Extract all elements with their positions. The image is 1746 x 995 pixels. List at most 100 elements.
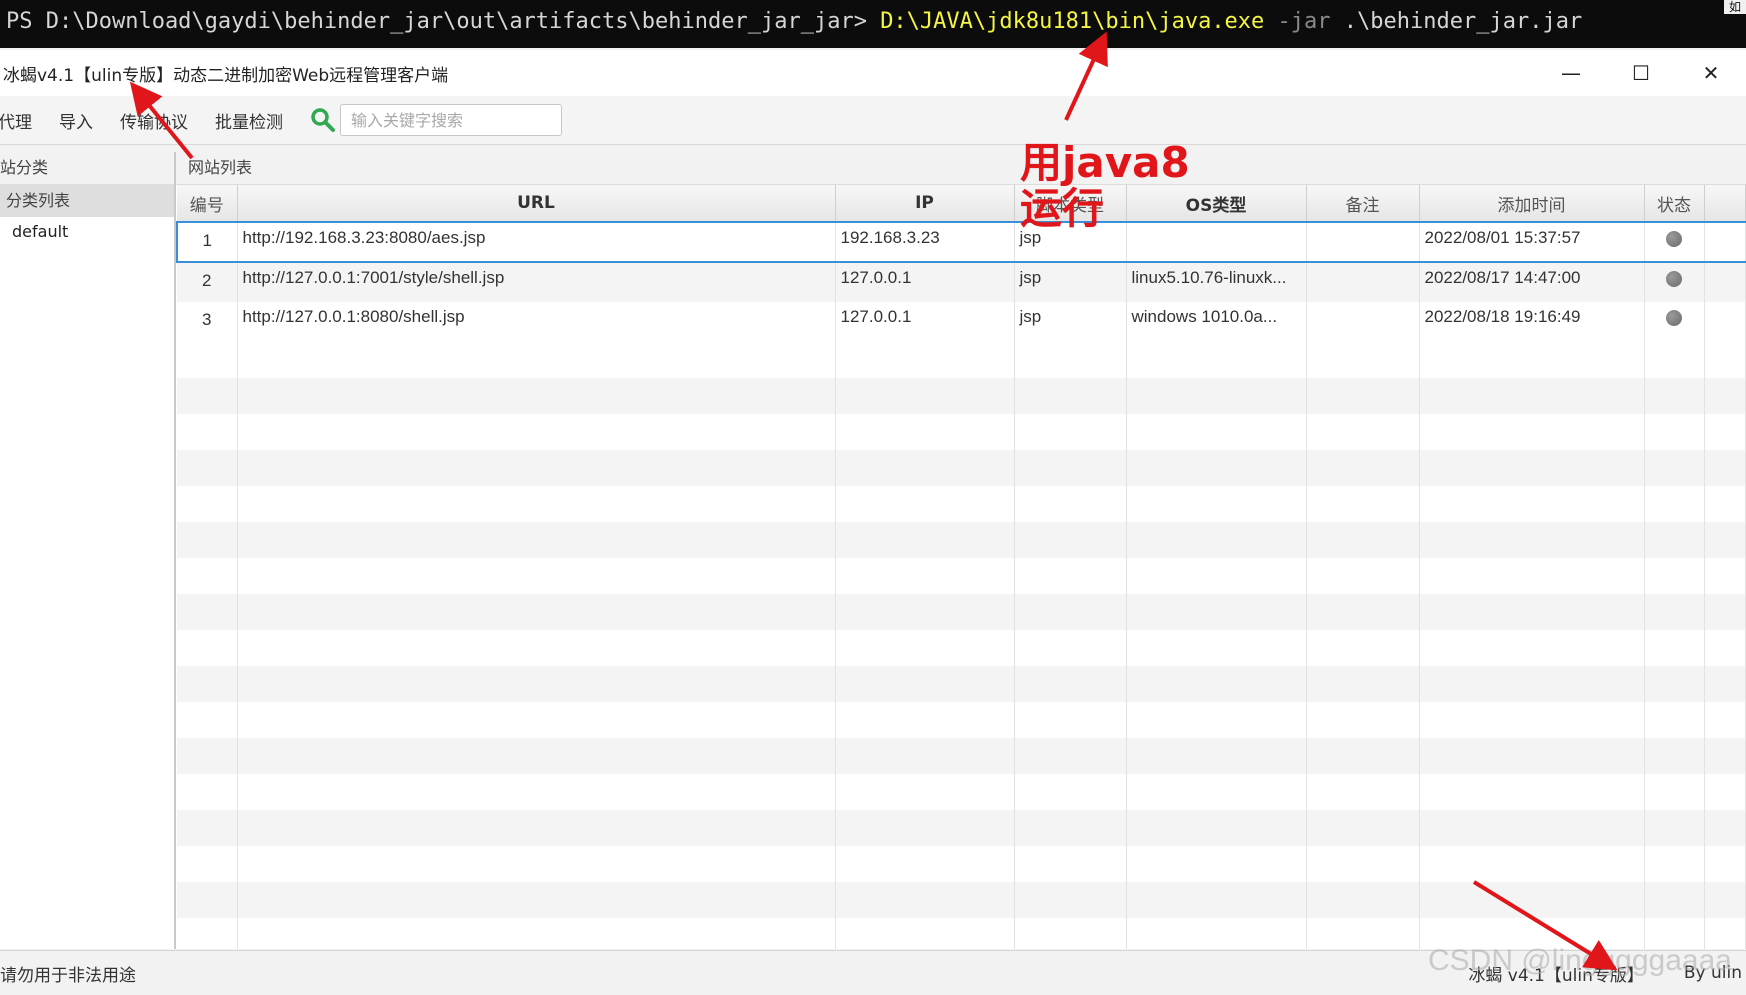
table-row-empty [177,702,1746,738]
minimize-icon[interactable]: — [1536,50,1606,96]
empty-cell [1644,594,1705,630]
category-tree-root[interactable]: 分类列表 [0,185,174,217]
empty-cell [1419,558,1645,594]
empty-cell [1704,342,1746,378]
category-item-default[interactable]: default [0,217,174,249]
window-title: 冰蝎v4.1【ulin专版】动态二进制加密Web远程管理客户端 [3,65,449,86]
empty-cell [835,486,1015,522]
table-row-empty [177,378,1746,414]
table-row-empty [177,918,1746,949]
empty-cell [1126,702,1307,738]
close-icon[interactable]: ✕ [1676,50,1746,96]
empty-cell [1704,702,1746,738]
empty-cell [1644,558,1705,594]
column-header-id[interactable]: 编号 [177,185,238,223]
maximize-icon[interactable]: ☐ [1606,50,1676,96]
empty-cell [177,378,238,414]
cell-ip: 127.0.0.1 [835,302,1015,342]
empty-cell [177,414,238,450]
empty-cell [1419,810,1645,846]
table-row-empty [177,342,1746,378]
empty-cell [1644,342,1705,378]
empty-cell [1419,702,1645,738]
empty-cell [237,630,836,666]
empty-cell [1704,846,1746,882]
menu-batch-check[interactable]: 批量检测 [215,108,283,133]
empty-cell [1014,882,1127,918]
empty-cell [1126,558,1307,594]
empty-cell [1704,558,1746,594]
empty-cell [1014,414,1127,450]
table-row[interactable]: 3 http://127.0.0.1:8080/shell.jsp 127.0.… [177,302,1746,342]
cell-extra [1704,302,1746,342]
table-row-empty [177,594,1746,630]
empty-cell [1126,738,1307,774]
cell-id: 3 [177,302,238,342]
cell-extra [1704,262,1746,302]
empty-cell [237,738,836,774]
empty-cell [1306,738,1420,774]
empty-cell [1419,630,1645,666]
empty-cell [835,594,1015,630]
menu-transport-protocol[interactable]: 传输协议 [120,108,188,133]
table-header-row: 编号 URL IP 脚本类型 OS类型 备注 添加时间 状态 [177,185,1746,223]
column-header-status[interactable]: 状态 [1644,185,1705,223]
table-row[interactable]: 1 http://192.168.3.23:8080/aes.jsp 192.1… [176,221,1746,263]
column-header-ip[interactable]: IP [835,185,1015,223]
empty-cell [835,558,1015,594]
empty-cell [1306,630,1420,666]
empty-cell [1704,738,1746,774]
empty-cell [1644,738,1705,774]
empty-cell [835,774,1015,810]
empty-cell [1419,918,1645,949]
empty-cell [237,702,836,738]
terminal-flag: -jar [1277,9,1331,34]
search-input[interactable] [340,104,562,136]
table-row-empty [177,810,1746,846]
table-row[interactable]: 2 http://127.0.0.1:7001/style/shell.jsp … [177,262,1746,302]
cell-added-time: 2022/08/01 15:37:57 [1419,221,1645,263]
empty-cell [1126,594,1307,630]
search-icon[interactable] [310,107,336,133]
menu-proxy[interactable]: 代理 [0,108,32,133]
annotation-text: 用java8运行 [1020,138,1190,233]
empty-cell [1306,594,1420,630]
empty-cell [1419,882,1645,918]
empty-cell [1419,486,1645,522]
status-author: By ulin [1683,963,1742,983]
terminal-jar-arg: .\behinder_jar.jar [1343,9,1583,34]
cell-note [1306,221,1420,263]
column-header-note[interactable]: 备注 [1306,185,1420,223]
empty-cell [1704,810,1746,846]
empty-cell [835,414,1015,450]
table-row-empty [177,846,1746,882]
empty-cell [1126,414,1307,450]
status-bar: 请勿用于非法用途 冰蝎 v4.1【ulin专版】 By ulin [0,950,1746,995]
empty-cell [177,594,238,630]
cell-added-time: 2022/08/18 19:16:49 [1419,302,1645,342]
column-header-url[interactable]: URL [237,185,836,223]
empty-cell [1306,450,1420,486]
empty-cell [1644,378,1705,414]
empty-cell [1644,810,1705,846]
category-panel: 站分类 分类列表 default [0,152,176,949]
empty-cell [1419,450,1645,486]
empty-cell [835,450,1015,486]
cell-status [1644,221,1705,263]
empty-cell [177,846,238,882]
menu-import[interactable]: 导入 [59,108,93,133]
empty-cell [237,846,836,882]
cell-url: http://127.0.0.1:7001/style/shell.jsp [237,262,836,302]
empty-cell [1014,666,1127,702]
column-header-extra [1704,185,1746,223]
empty-cell [1419,738,1645,774]
status-disclaimer: 请勿用于非法用途 [0,965,136,986]
empty-cell [1126,882,1307,918]
empty-cell [1014,918,1127,949]
status-dot-icon [1666,271,1682,287]
column-header-added-time[interactable]: 添加时间 [1419,185,1645,223]
cell-url: http://127.0.0.1:8080/shell.jsp [237,302,836,342]
empty-cell [237,558,836,594]
empty-cell [1306,810,1420,846]
empty-cell [835,342,1015,378]
